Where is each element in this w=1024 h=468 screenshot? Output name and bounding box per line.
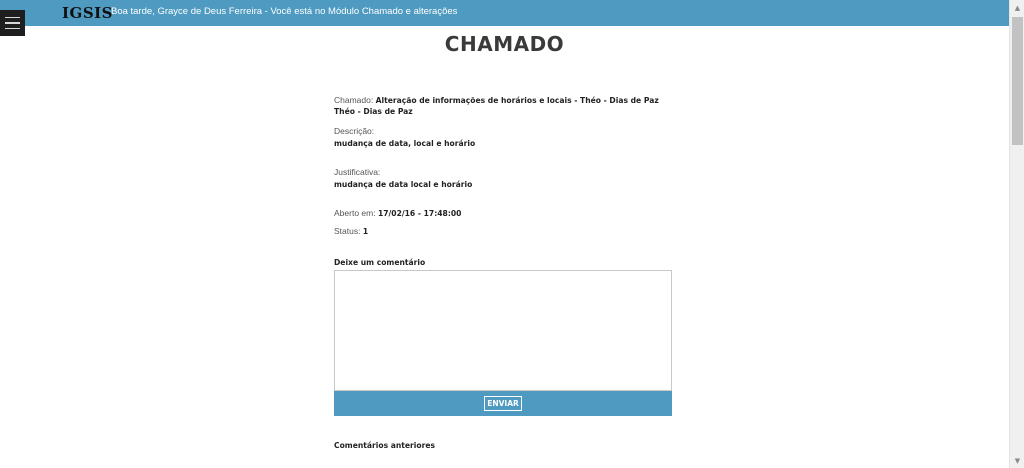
send-bar: ENVIAR — [334, 391, 672, 416]
status-label: Status: — [334, 226, 361, 236]
arrow-down-icon[interactable]: ▼ — [1010, 453, 1024, 468]
justificativa-value: mudança de data local e horário — [334, 180, 473, 189]
menu-line — [5, 27, 20, 30]
chamado-label: Chamado: — [334, 95, 374, 105]
descricao-value: mudança de data, local e horário — [334, 139, 476, 148]
status-value: 1 — [362, 227, 369, 236]
comment-label: Deixe um comentário — [334, 258, 426, 267]
previous-comments-heading: Comentários anteriores — [334, 441, 436, 450]
descricao-label: Descrição: — [334, 126, 375, 136]
page: IGSIS Boa tarde, Grayce de Deus Ferreira… — [0, 0, 1024, 468]
send-button[interactable]: ENVIAR — [484, 396, 522, 411]
aberto-value: 17/02/16 - 17:48:00 — [377, 209, 462, 218]
arrow-up-icon[interactable]: ▲ — [1010, 0, 1024, 15]
chamado-row: Chamado: Alteração de informações de hor… — [334, 95, 674, 117]
hamburger-menu-icon[interactable] — [0, 10, 25, 36]
aberto-row: Aberto em: 17/02/16 - 17:48:00 — [334, 208, 461, 219]
chamado-value: Alteração de informações de horários e l… — [375, 96, 659, 105]
app-logo[interactable]: IGSIS — [62, 5, 113, 21]
aberto-label: Aberto em: — [334, 208, 376, 218]
justificativa-label: Justificativa: — [334, 167, 381, 177]
vertical-scrollbar[interactable]: ▲ ▼ — [1009, 0, 1024, 468]
menu-line — [5, 22, 20, 24]
comment-textarea[interactable] — [334, 270, 672, 391]
top-bar: IGSIS Boa tarde, Grayce de Deus Ferreira… — [0, 0, 1009, 26]
menu-line — [5, 16, 20, 19]
chamado-value-continued: Théo - Dias de Paz — [334, 107, 413, 116]
page-title: CHAMADO — [444, 32, 565, 56]
greeting-text: Boa tarde, Grayce de Deus Ferreira - Voc… — [111, 6, 458, 17]
status-row: Status: 1 — [334, 226, 368, 237]
scrollbar-thumb[interactable] — [1012, 17, 1023, 145]
